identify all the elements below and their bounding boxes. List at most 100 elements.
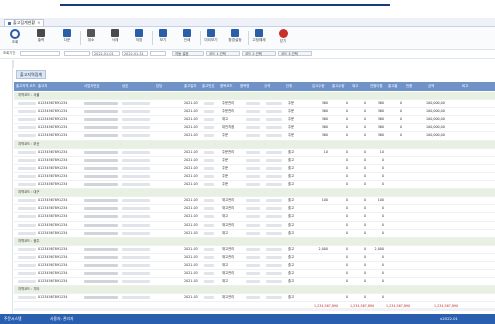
table-cell: 01234567891234 xyxy=(38,295,68,300)
table-cell: 2021-03 xyxy=(184,198,198,203)
date-to-field[interactable]: 2022-01-31 xyxy=(122,51,148,56)
table-row[interactable]: 01234567891234 2021-03 재고 출고 0 0 0 xyxy=(14,230,495,238)
toolbar-button-2[interactable]: 다운 xyxy=(56,28,78,48)
group-row[interactable]: 지역코드 : 광주 xyxy=(14,237,495,246)
table-row[interactable]: 01234567891234 2021-03 주문관리 주문 360 0 0 360 0 100,… xyxy=(14,108,495,117)
column-header[interactable]: 출고번호 xyxy=(202,82,218,91)
masked-value xyxy=(204,263,214,267)
table-cell xyxy=(388,149,402,156)
table-cell: 0 xyxy=(399,125,402,130)
column-header[interactable]: 반품 xyxy=(406,82,426,91)
table-cell: 01234567891234 xyxy=(38,149,68,154)
table-row[interactable]: 01234567891234 2021-03 재고 출고 0 0 0 xyxy=(14,213,495,222)
auto-setting-button[interactable]: 자동 설정 xyxy=(172,51,204,56)
column-header[interactable]: 입고수량 xyxy=(312,82,330,91)
column-header[interactable]: 담당 xyxy=(156,82,182,91)
table-row[interactable]: 01234567891234 2021-03 주문관리 주문 360 0 0 360 0 100,… xyxy=(14,100,495,109)
table-row[interactable]: 01234567891234 2021-03 주문 출고 0 0 0 xyxy=(14,173,495,182)
column-header[interactable]: 전월이월 xyxy=(370,82,386,91)
table-row[interactable]: 01234567891234 2021-03 주문 주문 360 0 0 360 0 100,00… xyxy=(14,132,495,141)
horizontal-scrollbar[interactable] xyxy=(14,308,495,311)
toolbar-button-0[interactable]: 조회 xyxy=(4,28,26,48)
toolbar-button-3[interactable]: 취소 xyxy=(80,28,102,48)
column-header[interactable]: 품목코드 xyxy=(220,82,238,91)
table-cell xyxy=(426,157,458,164)
masked-value xyxy=(246,102,260,106)
column-header[interactable]: 출고율 xyxy=(388,82,404,91)
masked-value xyxy=(84,296,118,300)
table-row[interactable]: 01234567891234 2021-03 재고 출고 0 0 0 xyxy=(14,262,495,271)
table-row[interactable]: 01234567891234 2021-03 주문관리 출고 10 0 0 10 xyxy=(14,149,495,157)
column-header[interactable]: 단위 xyxy=(286,82,310,91)
table-cell: 0 xyxy=(345,117,348,122)
tab-main[interactable]: 출고집계현황 × xyxy=(4,19,45,26)
column-header[interactable]: 품목명 xyxy=(240,82,262,91)
section-tab[interactable]: 출고지역집계 xyxy=(16,70,47,79)
toolbar-button-5[interactable]: 저장 xyxy=(128,28,150,48)
column-header[interactable]: 상호 xyxy=(122,82,154,91)
table-cell: 출고 xyxy=(288,295,295,300)
toolbar-button-1[interactable]: 출력 xyxy=(30,28,52,48)
toolbar-button-9[interactable]: 환경설정 xyxy=(224,28,246,48)
column-header[interactable]: 출고지 xyxy=(38,82,78,91)
column-header[interactable]: 재고 xyxy=(352,82,368,91)
table-row[interactable]: 01234567891234 2021-03 재고관리 출고 0 0 0 xyxy=(14,205,495,214)
masked-value xyxy=(266,183,282,187)
table-cell: 주문 xyxy=(288,109,295,114)
masked-value xyxy=(246,134,260,138)
table-row[interactable]: 01234567891234 2021-03 재고관리 출고 0 0 0 xyxy=(14,254,495,262)
column-header[interactable]: 규격 xyxy=(264,82,284,91)
group-row[interactable]: 지역코드 : 대구 xyxy=(14,189,495,198)
table-row[interactable]: 01234567891234 2021-03 재고관리 출고 0 0 0 xyxy=(14,222,495,230)
table-cell: 0 xyxy=(345,165,348,170)
table-row[interactable]: 01234567891234 2021-03 대전지점 주문 360 0 0 360 0 100,… xyxy=(14,124,495,133)
column-header[interactable]: 금액 xyxy=(428,82,460,91)
group-row[interactable]: 지역코드 : 부산 xyxy=(14,140,495,149)
toolbar-button-6[interactable]: 보기 xyxy=(152,28,174,48)
group-row[interactable]: 지역코드 : 서울 xyxy=(14,92,495,101)
table-cell: 출고 xyxy=(288,254,295,259)
table-row[interactable]: 01234567891234 2021-03 재고관리 출고 0 0 0 xyxy=(14,294,495,303)
filter-code-input-2[interactable] xyxy=(64,51,90,56)
column-header[interactable]: 출고수량 xyxy=(332,82,350,91)
code2-button[interactable]: 코드 2 선택 xyxy=(242,51,276,56)
table-row[interactable]: 01234567891234 2021-03 주문 출고 0 0 0 xyxy=(14,157,495,165)
column-header[interactable]: 비고 xyxy=(462,82,492,91)
column-header[interactable]: 사업자번호 xyxy=(84,82,120,91)
masked-value xyxy=(266,207,282,211)
table-row[interactable]: 01234567891234 2021-03 재고 주문 360 0 0 360 0 100,00… xyxy=(14,116,495,125)
table-cell: 0 xyxy=(363,182,366,187)
table-row[interactable]: 01234567891234 2021-03 재고 출고 0 0 0 xyxy=(14,278,495,287)
code3-button[interactable]: 코드 3 선택 xyxy=(278,51,312,56)
table-row[interactable]: 01234567891234 2021-03 재고관리 출고 2,000 0 0 2,000 xyxy=(14,246,495,254)
table-row[interactable]: 01234567891234 2021-03 주문 출고 0 0 0 xyxy=(14,181,495,190)
toolbar-button-label: 삭제 xyxy=(111,38,119,42)
table-cell: 출고 xyxy=(288,165,295,170)
table-cell: 재고 xyxy=(222,117,229,122)
table-cell: 2021-03 xyxy=(184,157,198,162)
group-row[interactable]: 지역코드 : 기타 xyxy=(14,286,495,295)
table-cell: 10 xyxy=(379,149,384,154)
filter-code-input[interactable] xyxy=(20,51,60,56)
table-cell: 0 xyxy=(363,149,366,154)
table-row[interactable]: 01234567891234 2021-03 주문 출고 0 0 0 xyxy=(14,165,495,173)
masked-value xyxy=(18,255,36,259)
masked-value xyxy=(84,199,118,203)
close-icon[interactable]: × xyxy=(37,20,40,26)
column-header[interactable]: 출고지역 코드 xyxy=(16,82,36,91)
table-cell: 01234567891234 xyxy=(38,182,68,187)
toolbar-button-8[interactable]: 미리보기 xyxy=(200,28,222,48)
table-cell: 0 xyxy=(381,173,384,178)
table-row[interactable]: 01234567891234 2021-03 재고관리 출고 0 0 0 xyxy=(14,270,495,279)
toolbar-button-11[interactable]: 닫기 xyxy=(272,28,294,48)
toolbar-button-4[interactable]: 삭제 xyxy=(104,28,126,48)
toolbar-button-7[interactable]: 인쇄 xyxy=(176,28,198,48)
code1-button[interactable]: 코드 1 선택 xyxy=(206,51,240,56)
table-row[interactable]: 01234567891234 2021-03 재고관리 출고 100 0 0 100 xyxy=(14,197,495,206)
date-from-field[interactable]: 2022-01-01 xyxy=(92,51,120,56)
filter-select[interactable] xyxy=(150,51,166,56)
column-header[interactable]: 출고일자 xyxy=(184,82,200,91)
toolbar-button-10[interactable]: 고정해제 xyxy=(248,28,270,48)
table-cell xyxy=(426,294,458,301)
table-cell: 0 xyxy=(345,262,348,267)
